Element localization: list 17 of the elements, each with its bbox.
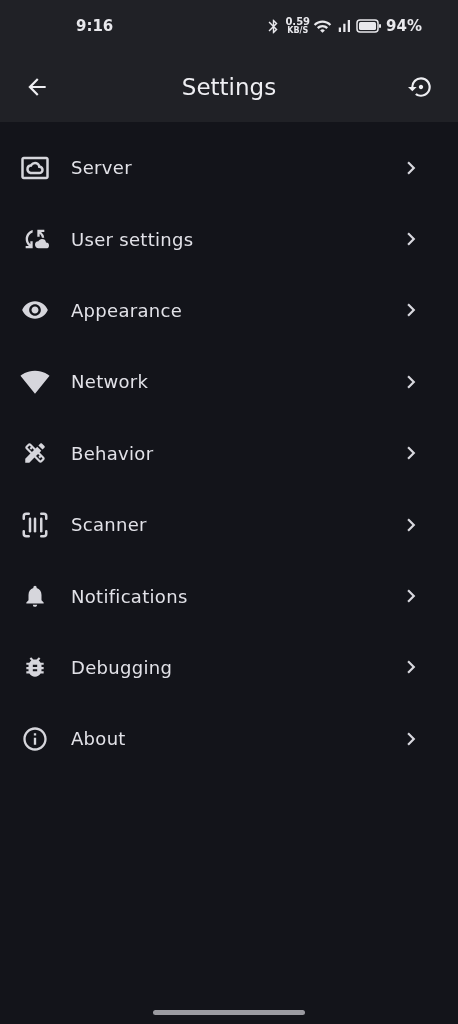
info-icon [21,724,49,753]
status-time: 9:16 [76,17,115,35]
settings-item[interactable]: User settings [0,203,458,275]
settings-item[interactable]: Debugging [0,631,458,704]
settings-item[interactable]: Server [0,132,458,204]
settings-item[interactable]: Notifications [0,560,458,632]
page-title: Settings [180,74,278,100]
settings-item[interactable]: Appearance [0,274,458,347]
speed-unit: KB/S [287,27,309,35]
battery-icon [356,19,383,33]
settings-item[interactable]: About [0,703,458,775]
restore-icon [408,74,434,100]
settings-item[interactable]: Scanner [0,488,458,561]
battery-level: 94% [386,17,422,35]
settings-item[interactable]: Network [0,346,458,418]
network-speed: 0.59 [285,17,311,27]
settings-item[interactable]: Behavior [0,417,458,489]
